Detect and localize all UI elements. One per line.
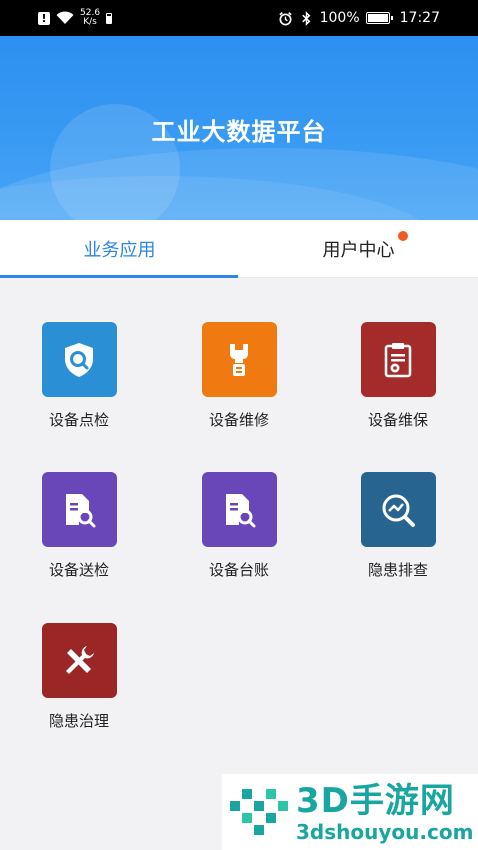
app-label: 隐患排查 [367,561,428,579]
battery-percent: 100% [319,10,360,26]
tools-icon [41,623,117,698]
status-bar-left: ! 52.6 K/s [38,9,113,27]
tab-label: 业务应用 [83,239,156,261]
app-label: 设备台账 [208,561,269,579]
status-bar-right: 100% 17:27 [278,10,440,26]
app-label: 设备维修 [208,411,269,429]
alarm-icon [278,11,292,25]
page-title: 工业大数据平台 [151,118,327,146]
network-speed-unit: K/s [83,17,97,27]
battery-saver-icon [106,12,113,24]
active-tab-indicator [0,275,238,278]
tab-business-apps[interactable]: 业务应用 [0,220,239,277]
clock-time: 17:27 [399,10,440,26]
shield-search-icon [41,322,117,397]
watermark-site: 3dshouyou.com [296,820,474,844]
app-device-inspection[interactable]: 设备点检 [14,322,144,442]
tab-label: 用户中心 [322,239,395,261]
app-screen: ! 52.6 K/s 100% 17:27 工业大数据平台 业务应用 用户中心 … [0,0,478,850]
status-bar: ! 52.6 K/s 100% 17:27 [0,0,478,36]
app-device-repair[interactable]: 设备维修 [174,322,304,442]
app-device-maintenance[interactable]: 设备维保 [333,322,463,442]
app-hazard-investigation[interactable]: 隐患排查 [333,472,463,592]
watermark-text: 3D手游网 3dshouyou.com [296,781,473,843]
wrench-icon [201,322,277,397]
battery-icon [365,12,393,24]
tab-bar: 业务应用 用户中心 [0,220,478,278]
watermark: 3D手游网 3dshouyou.com [222,774,478,850]
header-banner: 工业大数据平台 [0,36,478,220]
app-label: 隐患治理 [48,712,109,730]
document-search-icon [201,472,277,547]
bluetooth-icon [301,10,311,26]
notification-icon: ! [38,11,50,25]
app-label: 设备维保 [367,411,428,429]
app-label: 设备点检 [48,411,109,429]
app-label: 设备送检 [48,561,109,579]
clipboard-gear-icon [360,322,436,397]
document-search-icon [41,472,117,547]
watermark-brand: 3D手游网 [296,781,455,821]
app-hazard-remediation[interactable]: 隐患治理 [14,623,144,743]
app-device-ledger[interactable]: 设备台账 [174,472,304,592]
notification-badge [398,231,408,241]
watermark-logo [230,789,288,835]
app-device-submit-inspection[interactable]: 设备送检 [14,472,144,592]
magnifier-chart-icon [360,472,436,547]
tab-user-center[interactable]: 用户中心 [239,220,478,277]
network-speed: 52.6 K/s [80,9,100,27]
wifi-icon [56,11,74,24]
